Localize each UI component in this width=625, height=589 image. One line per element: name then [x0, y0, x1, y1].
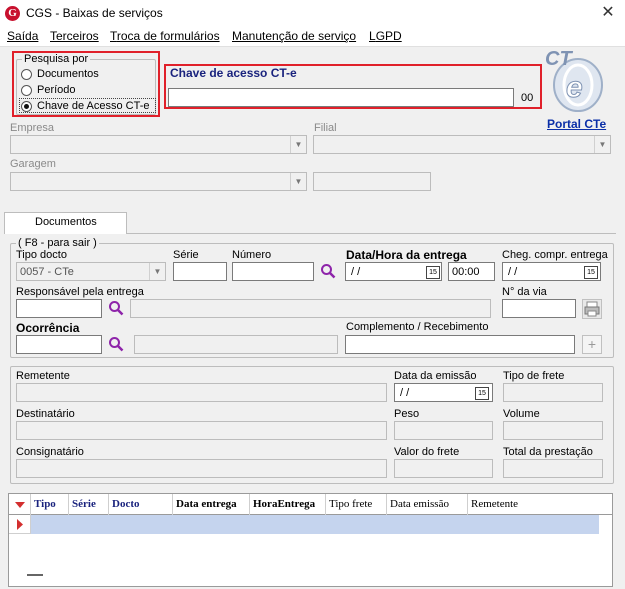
- col-tipo[interactable]: Tipo: [31, 494, 69, 515]
- tipo-frete-label: Tipo de frete: [503, 370, 565, 382]
- close-icon[interactable]: ✕: [596, 3, 620, 23]
- tipo-docto-label: Tipo docto: [16, 249, 67, 261]
- hora-entrega-value: 00:00: [452, 266, 480, 278]
- window-title: CGS - Baixas de serviços: [26, 6, 163, 20]
- ocorrencia-code-input[interactable]: [16, 335, 102, 354]
- radio-documentos[interactable]: [21, 69, 32, 80]
- data-hora-entrega-label: Data/Hora da entrega: [346, 248, 467, 262]
- responsavel-label: Responsável pela entrega: [16, 286, 144, 298]
- remetente-label: Remetente: [16, 370, 70, 382]
- col-data-entrega[interactable]: Data entrega: [173, 494, 250, 515]
- ocorrencia-label: Ocorrência: [16, 321, 80, 335]
- calendar-icon[interactable]: 15: [584, 266, 598, 279]
- cte-logo: CT e: [544, 45, 608, 113]
- menu-troca-formularios[interactable]: Troca de formulários: [110, 29, 220, 43]
- menu-terceiros[interactable]: Terceiros: [50, 29, 99, 43]
- grid-scroll-indicator[interactable]: [27, 574, 43, 576]
- garagem-label: Garagem: [10, 158, 56, 170]
- search-icon[interactable]: [108, 300, 124, 316]
- peso-label: Peso: [394, 408, 420, 420]
- destinatario-field: [16, 421, 387, 440]
- total-prestacao-field: [503, 459, 603, 478]
- destinatario-label: Destinatário: [16, 408, 75, 420]
- chevron-down-icon: ▼: [290, 173, 306, 190]
- search-by-title: Pesquisa por: [22, 53, 91, 65]
- via-label: N° da via: [502, 286, 547, 298]
- complemento-label: Complemento / Recebimento: [346, 321, 489, 333]
- grid-selected-row[interactable]: [31, 515, 599, 534]
- responsavel-code-input[interactable]: [16, 299, 102, 318]
- portal-cte-link[interactable]: Portal CTe: [547, 117, 606, 131]
- add-icon[interactable]: +: [582, 335, 602, 354]
- col-docto[interactable]: Docto: [109, 494, 173, 515]
- filial-select[interactable]: ▼: [313, 135, 611, 154]
- doc-group-title: ( F8 - para sair ): [16, 237, 99, 249]
- cte-logo-e: e: [566, 71, 583, 104]
- col-tipo-frete[interactable]: Tipo frete: [326, 494, 387, 515]
- filial-label: Filial: [314, 122, 337, 134]
- valor-frete-label: Valor do frete: [394, 446, 460, 458]
- data-emissao-value: / /: [400, 387, 410, 399]
- chevron-down-icon: ▼: [290, 136, 306, 153]
- consignatario-field: [16, 459, 387, 478]
- col-remetente[interactable]: Remetente: [468, 494, 612, 515]
- data-emissao-label: Data da emissão: [394, 370, 477, 382]
- grid-indicator-header: [9, 494, 31, 515]
- chevron-down-icon: ▼: [594, 136, 610, 153]
- print-icon[interactable]: [582, 299, 602, 319]
- search-icon[interactable]: [108, 336, 124, 352]
- serie-label: Série: [173, 249, 199, 261]
- col-data-emissao[interactable]: Data emissão: [387, 494, 468, 515]
- documents-grid[interactable]: Tipo Série Docto Data entrega HoraEntreg…: [8, 493, 613, 587]
- hora-entrega-input[interactable]: 00:00: [448, 262, 495, 281]
- col-hora-entrega[interactable]: HoraEntrega: [250, 494, 326, 515]
- tipo-frete-field: [503, 383, 603, 402]
- col-serie[interactable]: Série: [69, 494, 109, 515]
- numero-input[interactable]: [232, 262, 314, 281]
- numero-label: Número: [232, 249, 272, 261]
- grid-header: Tipo Série Docto Data entrega HoraEntreg…: [9, 494, 612, 515]
- grid-row-end: [599, 515, 612, 534]
- radio-chave-label: Chave de Acesso CT-e: [37, 100, 150, 112]
- app-logo-icon: G: [5, 6, 20, 21]
- radio-documentos-label: Documentos: [37, 68, 99, 80]
- data-entrega-value: / /: [351, 266, 361, 278]
- chevron-down-icon: ▼: [149, 263, 165, 280]
- volume-field: [503, 421, 603, 440]
- empresa-label: Empresa: [10, 122, 55, 134]
- ocorrencia-desc-field: [134, 335, 338, 354]
- menu-manutencao-servico[interactable]: Manutenção de serviço: [232, 29, 356, 43]
- serie-input[interactable]: [173, 262, 227, 281]
- cte-key-input[interactable]: [168, 88, 514, 107]
- cheg-compr-label: Cheg. compr. entrega: [502, 249, 608, 261]
- remetente-field: [16, 383, 387, 402]
- cheg-compr-value: / /: [508, 266, 518, 278]
- responsavel-name-field: [130, 299, 491, 318]
- empresa-select[interactable]: ▼: [10, 135, 307, 154]
- search-icon[interactable]: [320, 263, 336, 279]
- radio-periodo-label: Período: [37, 84, 76, 96]
- calendar-icon[interactable]: 15: [426, 266, 440, 279]
- menu-lgpd[interactable]: LGPD: [369, 29, 402, 43]
- calendar-icon[interactable]: 15: [475, 387, 489, 400]
- radio-chave-acesso[interactable]: [21, 101, 32, 112]
- garagem-select[interactable]: ▼: [10, 172, 307, 191]
- tipo-docto-select[interactable]: 0057 - CTe ▼: [16, 262, 166, 281]
- complemento-input[interactable]: [345, 335, 575, 354]
- radio-periodo[interactable]: [21, 85, 32, 96]
- cte-key-label: Chave de acesso CT-e: [170, 66, 297, 80]
- cte-logo-text: CT: [545, 48, 573, 70]
- menu-saida[interactable]: Saída: [7, 29, 38, 43]
- tipo-docto-value: 0057 - CTe: [20, 266, 74, 278]
- garagem-desc-field: [313, 172, 431, 191]
- tab-documentos-label: Documentos: [35, 216, 97, 228]
- row-indicator: [9, 515, 31, 534]
- consignatario-label: Consignatário: [16, 446, 84, 458]
- via-input[interactable]: [502, 299, 576, 318]
- volume-label: Volume: [503, 408, 540, 420]
- total-prestacao-label: Total da prestação: [503, 446, 593, 458]
- peso-field: [394, 421, 493, 440]
- valor-frete-field: [394, 459, 493, 478]
- cte-key-suffix: 00: [521, 92, 534, 104]
